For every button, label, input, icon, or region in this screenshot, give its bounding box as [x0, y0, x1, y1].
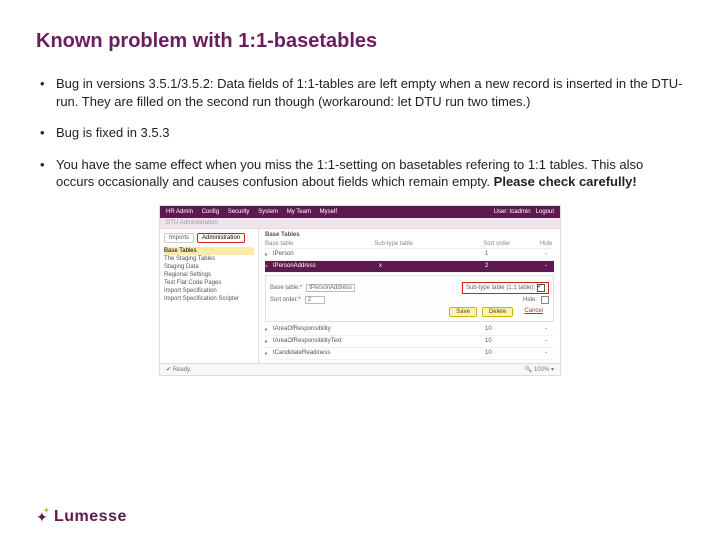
zoom-icon: 🔍 — [525, 367, 534, 373]
base-table-input[interactable]: tPersonAddress — [306, 284, 355, 292]
main-panel: Base Tables Base tableSub-type tableSort… — [259, 229, 560, 363]
table-row[interactable]: ▸tAreaOfResponsibility10- — [265, 324, 554, 336]
table-row[interactable]: ▸tAreaOfResponsibilityText10- — [265, 336, 554, 348]
bullet-3: You have the same effect when you miss t… — [38, 156, 684, 191]
save-button[interactable]: Save — [449, 307, 477, 317]
sidebar-item-importscripter[interactable]: Import Specification Scripter — [164, 295, 254, 303]
column-headers: Base tableSub-type tableSort orderHide — [265, 240, 554, 249]
status-bar: ✔ Ready. 🔍 100% ▾ — [160, 363, 560, 375]
table-row[interactable]: ▸tPerson1- — [265, 249, 554, 261]
sidebar-item-regional[interactable]: Regional Settings — [164, 271, 254, 279]
breadcrumb: DTU Administration — [160, 218, 560, 229]
status-ready-icon: ✔ — [166, 367, 173, 373]
edit-panel: Base table:* tPersonAddress Sub-type tab… — [265, 275, 554, 322]
base-table-label: Base table:* — [270, 285, 302, 291]
table-row-expanded[interactable]: ▾tPersonAddressx2- — [265, 261, 554, 273]
nav-hradmin[interactable]: HR Admin — [166, 209, 193, 215]
nav-config[interactable]: Config — [202, 209, 219, 215]
chevron-right-icon: ▸ — [265, 251, 273, 258]
nav-system[interactable]: System — [258, 209, 278, 215]
tab-imports[interactable]: Imports — [164, 233, 194, 243]
delete-button[interactable]: Delete — [482, 307, 513, 317]
brand-logo: ✦✦ Lumesse — [36, 508, 127, 526]
slide-title: Known problem with 1:1-basetables — [36, 30, 684, 53]
sidebar: Imports Administration Base Tables The S… — [160, 229, 259, 363]
sidebar-item-basetables[interactable]: Base Tables — [164, 247, 254, 255]
embedded-screenshot: HR Admin Config Security System My Team … — [159, 205, 561, 376]
sort-order-label: Sort order:* — [270, 297, 301, 303]
sidebar-item-staging-data[interactable]: Staging Data — [164, 263, 254, 271]
app-topbar: HR Admin Config Security System My Team … — [160, 206, 560, 218]
logo-text: Lumesse — [54, 508, 127, 526]
nav-security[interactable]: Security — [228, 209, 250, 215]
sidebar-item-importspec[interactable]: Import Specification — [164, 287, 254, 295]
bullet-list: Bug in versions 3.5.1/3.5.2: Data fields… — [38, 75, 684, 191]
nav-myteam[interactable]: My Team — [287, 209, 311, 215]
sort-order-input[interactable]: 2 — [305, 296, 325, 304]
sidebar-item-codepages[interactable]: Text Flat Code Pages — [164, 279, 254, 287]
logo-star-icon: ✦✦ — [36, 510, 50, 524]
tab-administration[interactable]: Administration — [197, 233, 245, 243]
cancel-button[interactable]: Cancel — [518, 307, 549, 317]
nav-myself[interactable]: Myself — [320, 209, 337, 215]
user-label: User: tcadmin — [494, 209, 531, 215]
bullet-1: Bug in versions 3.5.1/3.5.2: Data fields… — [38, 75, 684, 110]
subtype-checkbox[interactable] — [537, 284, 545, 292]
sidebar-item-staging-tables[interactable]: The Staging Tables — [164, 255, 254, 263]
logout-link[interactable]: Logout — [536, 209, 554, 215]
chevron-down-icon: ▾ — [265, 263, 273, 270]
hide-checkbox[interactable] — [541, 296, 549, 304]
chevron-right-icon: ▸ — [265, 350, 273, 357]
chevron-right-icon: ▸ — [265, 338, 273, 345]
zoom-level: 100% — [534, 367, 549, 373]
table-row[interactable]: ▸tCandidateReadiness10- — [265, 348, 554, 360]
chevron-right-icon: ▸ — [265, 326, 273, 333]
main-heading: Base Tables — [265, 232, 554, 238]
bullet-2: Bug is fixed in 3.5.3 — [38, 124, 684, 142]
subtype-highlight: Sub-type table (1:1 table): — [462, 282, 549, 294]
hide-label: Hide: — [523, 297, 537, 303]
